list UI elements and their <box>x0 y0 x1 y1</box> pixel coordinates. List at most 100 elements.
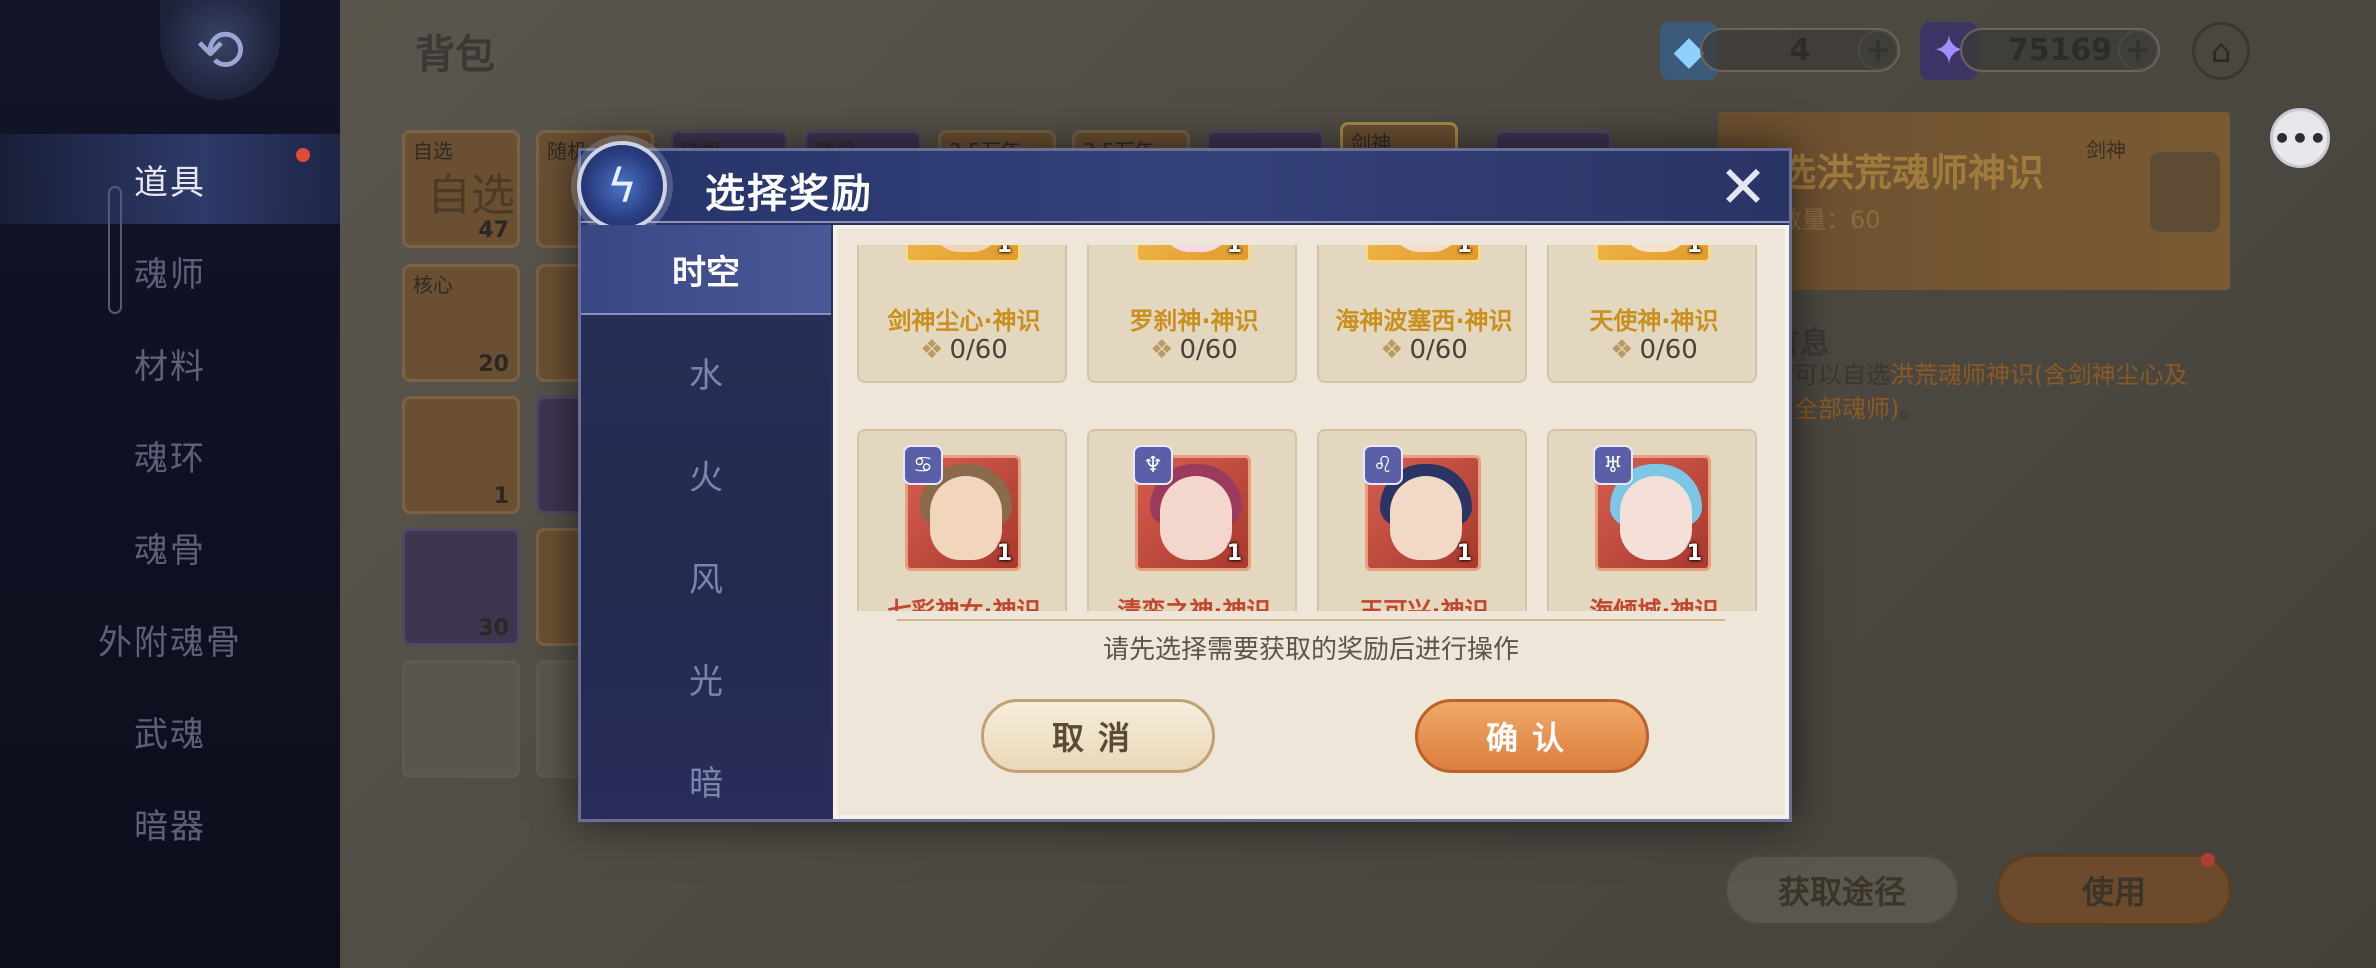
reward-progress: ❖ 0/60 <box>1549 335 1759 365</box>
use-button[interactable]: 使用 <box>1996 853 2232 926</box>
reward-progress: ❖ 0/60 <box>859 335 1069 365</box>
character-portrait: 1 <box>1595 245 1711 263</box>
nav-item-label: 道具 <box>134 162 206 203</box>
reward-progress-value: 0/60 <box>1639 335 1698 365</box>
element-badge-icon: ♅ <box>1593 445 1633 485</box>
reward-name: 剑神尘心·神识 <box>887 307 1041 335</box>
nav-item[interactable]: 暗器 <box>0 778 340 868</box>
reward-card[interactable]: 1 ♌ 王可兴·神识 <box>1317 429 1527 611</box>
chest-icon <box>2150 152 2220 232</box>
nav-item[interactable]: 道具 <box>0 134 340 224</box>
confirm-button[interactable]: 确认 <box>1415 699 1649 773</box>
reward-card[interactable]: 1 ♋ 七彩神女·神识 <box>857 429 1067 611</box>
shard-icon: ❖ <box>920 335 944 365</box>
reward-card[interactable]: 1 ♆ 清蛮之神·神识 <box>1087 429 1297 611</box>
selection-prompt: 请先选择需要获取的奖励后进行操作 <box>1102 635 1519 665</box>
item-info-title: 选洪荒魂师神识 <box>1778 151 2045 195</box>
element-tabs: 时空水火风光暗 <box>581 225 831 819</box>
reward-card[interactable]: 1 ♅ 海倾城·神识 <box>1547 429 1757 611</box>
character-portrait: 1 <box>1135 245 1251 263</box>
nav-item[interactable]: 魂骨 <box>0 502 340 592</box>
cancel-button[interactable]: 取消 <box>981 699 1215 773</box>
shard-icon: ❖ <box>1380 335 1404 365</box>
reward-card[interactable]: 1 海神波塞西·神识 ❖ 0/60 <box>1317 245 1527 383</box>
reward-card[interactable]: 1 罗刹神·神识 ❖ 0/60 <box>1087 245 1297 383</box>
slot-count: 47 <box>478 218 509 243</box>
category-nav: ⟲ 道具 魂师 材料 魂环 魂骨 外附魂骨 武魂 暗器 <box>0 0 340 968</box>
close-button[interactable]: ✕ <box>1715 158 1771 216</box>
reward-name: 清蛮之神·神识 <box>1117 597 1271 611</box>
reward-name: 七彩神女·神识 <box>887 597 1041 611</box>
portrait-face <box>1390 245 1462 252</box>
chat-bubble-icon: ••• <box>2273 121 2327 155</box>
nav-item-label: 魂骨 <box>134 530 206 571</box>
reward-name: 天使神·神识 <box>1589 307 1719 335</box>
slot-tag: 核心 <box>413 273 453 297</box>
item-slot[interactable]: 核心 20 <box>402 264 520 382</box>
element-tab[interactable]: 光 <box>581 633 831 723</box>
game-screen: ⟲ 道具 魂师 材料 魂环 魂骨 外附魂骨 武魂 暗器 背包 ◆ 4 + ✦ 75169 + … <box>0 0 2376 968</box>
item-slot[interactable] <box>402 660 520 778</box>
item-info-description: 后可以自选洪荒魂师神识(含剑神尘心及 前全部魂师)。 <box>1770 358 2230 426</box>
reward-card[interactable]: 1 剑神尘心·神识 ❖ 0/60 <box>857 245 1067 383</box>
element-tab[interactable]: 时空 <box>581 225 831 315</box>
reward-name: 罗刹神·神识 <box>1129 307 1259 335</box>
reward-count: 1 <box>996 541 1012 566</box>
portrait-face <box>930 245 1002 252</box>
nav-item[interactable]: 材料 <box>0 318 340 408</box>
portrait-face <box>1160 476 1232 560</box>
reward-card[interactable]: 1 天使神·神识 ❖ 0/60 <box>1547 245 1757 383</box>
reward-count: 1 <box>996 245 1012 258</box>
item-slot[interactable]: 30 <box>402 528 520 646</box>
item-slot[interactable]: 1 <box>402 396 520 514</box>
element-tab[interactable]: 水 <box>581 327 831 417</box>
reward-count: 1 <box>1456 245 1472 258</box>
element-tab[interactable]: 火 <box>581 429 831 519</box>
item-slot[interactable]: 自选 自选 47 <box>402 130 520 248</box>
use-button-label: 使用 <box>2081 873 2146 911</box>
slot-count: 20 <box>478 352 509 377</box>
reward-progress: ❖ 0/60 <box>1089 335 1299 365</box>
reward-count: 1 <box>1226 245 1242 258</box>
reward-progress-value: 0/60 <box>1409 335 1468 365</box>
select-reward-dialog: ϟ 选择奖励 ✕ 时空水火风光暗 1 剑神尘心·神识 ❖ 0/60 1 罗刹神·神识 ❖ 0/… <box>577 141 1792 822</box>
element-tab[interactable]: 暗 <box>581 735 831 825</box>
home-button[interactable]: ⌂ <box>2192 22 2250 80</box>
chat-button[interactable]: ••• <box>2270 108 2330 168</box>
home-icon: ⌂ <box>2210 32 2232 70</box>
nav-item[interactable]: 外附魂骨 <box>0 594 340 684</box>
desc-highlight: 洪荒魂师神识(含剑神尘心及 <box>1890 361 2188 389</box>
nav-item-label: 魂环 <box>134 438 206 479</box>
notification-dot <box>296 148 310 162</box>
gem-add-button[interactable]: + <box>2118 30 2158 70</box>
character-portrait: 1 <box>905 245 1021 263</box>
page-title: 背包 <box>415 32 495 78</box>
reward-count: 1 <box>1456 541 1472 566</box>
diamond-add-button[interactable]: + <box>1858 30 1898 70</box>
dialog-title: 选择奖励 <box>705 171 873 217</box>
nav-item-label: 暗器 <box>134 806 206 847</box>
nav-item[interactable]: 武魂 <box>0 686 340 776</box>
dialog-header: ϟ 选择奖励 ✕ <box>577 141 1789 231</box>
reward-name: 海神波塞西·神识 <box>1335 307 1513 335</box>
nav-item[interactable]: 魂师 <box>0 226 340 316</box>
element-tab[interactable]: 风 <box>581 531 831 621</box>
reward-panel: 1 剑神尘心·神识 ❖ 0/60 1 罗刹神·神识 ❖ 0/60 1 海神波塞西·神识 ❖ 0/60 1… <box>833 225 1789 819</box>
reward-list[interactable]: 1 剑神尘心·神识 ❖ 0/60 1 罗刹神·神识 ❖ 0/60 1 海神波塞西·神识 ❖ 0/60 1… <box>857 245 1773 611</box>
obtain-route-button[interactable]: 获取途径 <box>1724 854 1960 926</box>
portrait-face <box>1160 245 1232 252</box>
divider <box>897 619 1725 621</box>
desc-text: 。 <box>1899 395 1924 423</box>
lightning-emblem-icon: ϟ <box>577 141 667 231</box>
item-info-count: 数量：60 <box>1778 206 1881 234</box>
nav-item-label: 外附魂骨 <box>98 622 242 663</box>
portrait-face <box>1620 245 1692 252</box>
reward-progress: ❖ 0/60 <box>1319 335 1529 365</box>
slot-count: 30 <box>478 616 509 641</box>
character-portrait: 1 <box>1365 245 1481 263</box>
reward-progress-value: 0/60 <box>1179 335 1238 365</box>
nav-item-label: 武魂 <box>134 714 206 755</box>
reward-count: 1 <box>1686 541 1702 566</box>
nav-item[interactable]: 魂环 <box>0 410 340 500</box>
nav-item-label: 材料 <box>134 346 206 387</box>
